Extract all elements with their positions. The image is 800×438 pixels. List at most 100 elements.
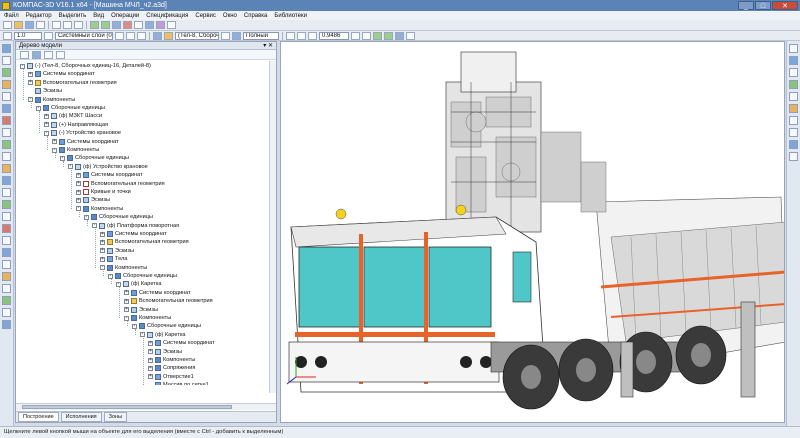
grid-icon[interactable] xyxy=(3,31,12,40)
tree-row[interactable]: -part(ф) Каретка xyxy=(140,331,186,339)
tree-horizontal-scrollbar[interactable] xyxy=(16,403,276,410)
cut-operation-icon[interactable] xyxy=(2,92,11,101)
expand-toggle-icon[interactable]: + xyxy=(100,231,105,237)
tree-row[interactable]: -part(ф) Платформа поворотная xyxy=(92,222,179,230)
expand-toggle-icon[interactable]: - xyxy=(124,315,129,321)
mirror-icon[interactable] xyxy=(2,140,11,149)
tree-row[interactable]: -compСборочные единицы xyxy=(60,154,129,162)
tree-row[interactable]: -compСборочные единицы xyxy=(132,322,201,330)
properties-icon[interactable] xyxy=(112,21,121,29)
tab-construction[interactable]: Построение xyxy=(18,412,59,422)
section-icon[interactable] xyxy=(406,31,415,40)
undo-icon[interactable] xyxy=(90,21,99,29)
tree-row[interactable]: -compКомпоненты xyxy=(28,96,75,104)
tree-row[interactable]: +skЭскизы xyxy=(76,196,110,204)
tree-row[interactable]: -part(ф) Устройство крановое xyxy=(68,163,148,171)
expand-toggle-icon[interactable]: + xyxy=(28,80,33,86)
settings-icon[interactable] xyxy=(2,320,11,329)
layer-icon[interactable] xyxy=(44,31,53,40)
tree-row[interactable]: -compСборочные единицы xyxy=(36,104,105,112)
surface-icon[interactable] xyxy=(2,152,11,161)
expand-toggle-icon[interactable]: - xyxy=(108,273,113,279)
menu-help[interactable]: Справка xyxy=(244,13,268,19)
tree-row[interactable]: -compСборочные единицы xyxy=(84,213,153,221)
pattern-icon[interactable] xyxy=(2,128,11,137)
help-icon[interactable] xyxy=(167,21,176,29)
tree-sort-icon[interactable] xyxy=(56,50,65,59)
minimize-button[interactable]: _ xyxy=(738,1,754,10)
display-icon[interactable] xyxy=(2,308,11,317)
tree-row[interactable]: -compКомпоненты xyxy=(100,264,147,272)
tree-row[interactable]: -compКомпоненты xyxy=(76,205,123,213)
tree-row[interactable]: -part(ф) Каретка xyxy=(116,280,162,288)
tree-filter-icon[interactable] xyxy=(44,50,53,59)
tree-row[interactable]: +sysСистемы координат xyxy=(76,171,143,179)
menu-view[interactable]: Вид xyxy=(93,13,104,19)
menu-operations[interactable]: Операции xyxy=(111,13,139,19)
expand-toggle-icon[interactable]: + xyxy=(76,181,81,187)
library-icon[interactable] xyxy=(134,21,143,29)
view-side-icon[interactable] xyxy=(789,68,798,77)
tree-row[interactable]: +axВспомогательная геометрия xyxy=(28,79,117,87)
print-icon[interactable] xyxy=(36,21,45,29)
variables-icon[interactable] xyxy=(145,21,154,29)
tree-row[interactable]: +compКомпоненты xyxy=(148,356,195,364)
ortho-icon[interactable] xyxy=(115,31,124,40)
edit-component-icon[interactable] xyxy=(2,296,11,305)
tree-row[interactable]: +sysСистемы координат xyxy=(100,230,167,238)
sketch-icon[interactable] xyxy=(2,56,11,65)
expand-toggle-icon[interactable]: + xyxy=(124,290,129,296)
hide-icon[interactable] xyxy=(789,128,798,137)
tree-row[interactable]: +axВспомогательная геометрия xyxy=(100,238,189,246)
tree-row[interactable]: +xВспомогательная геометрия xyxy=(76,180,165,188)
light-icon[interactable] xyxy=(789,104,798,113)
expand-toggle-icon[interactable]: + xyxy=(76,197,81,203)
tree-row[interactable]: +bodyТела xyxy=(100,255,127,263)
shaded-icon[interactable] xyxy=(373,31,382,40)
expand-toggle-icon[interactable]: + xyxy=(124,298,129,304)
expand-toggle-icon[interactable]: + xyxy=(148,349,153,355)
tree-view-icon[interactable] xyxy=(20,50,29,59)
zoom-in-icon[interactable] xyxy=(286,31,295,40)
tree-row[interactable]: +skЭскизы xyxy=(100,247,134,255)
zoom-out-icon[interactable] xyxy=(297,31,306,40)
tab-versions[interactable]: Исполнения xyxy=(60,412,102,422)
menu-specification[interactable]: Спецификация xyxy=(146,13,188,19)
expand-toggle-icon[interactable]: - xyxy=(20,63,25,69)
expand-toggle-icon[interactable]: + xyxy=(28,71,33,77)
expand-toggle-icon[interactable]: + xyxy=(52,139,57,145)
tree-row[interactable]: +part(ф) МЗКТ Шасси xyxy=(44,112,102,120)
open-folder-icon[interactable] xyxy=(14,21,23,29)
expand-toggle-icon[interactable]: - xyxy=(28,97,33,103)
view-iso-icon[interactable] xyxy=(789,80,798,89)
coords-icon[interactable] xyxy=(137,31,146,40)
model-icon[interactable] xyxy=(2,44,11,53)
measure-tool-icon[interactable] xyxy=(2,248,11,257)
close-button[interactable]: ✕ xyxy=(772,1,798,10)
snap-icon[interactable] xyxy=(126,31,135,40)
view-front-icon[interactable] xyxy=(789,44,798,53)
assembly-icon[interactable] xyxy=(2,176,11,185)
tab-zones[interactable]: Зоны xyxy=(103,412,128,422)
expand-toggle-icon[interactable]: - xyxy=(116,281,121,287)
zoom-window-icon[interactable] xyxy=(308,31,317,40)
menu-file[interactable]: Файл xyxy=(4,13,19,19)
mate-icon[interactable] xyxy=(2,188,11,197)
fillet-icon[interactable] xyxy=(2,104,11,113)
tree-row[interactable]: +sysСистемы координат xyxy=(52,138,119,146)
tree-row[interactable]: -compКомпоненты xyxy=(124,314,171,322)
cube-view-icon[interactable] xyxy=(232,31,241,40)
show-icon[interactable] xyxy=(789,140,798,149)
menu-editor[interactable]: Редактор xyxy=(26,13,52,19)
spec-icon[interactable] xyxy=(2,224,11,233)
expand-toggle-icon[interactable]: + xyxy=(100,256,105,262)
expand-toggle-icon[interactable]: + xyxy=(44,122,49,128)
dimension-icon[interactable] xyxy=(2,212,11,221)
tree-row[interactable]: bodyМассив по сетке1 xyxy=(148,381,209,385)
tree-row[interactable]: +axВспомогательная геометрия xyxy=(124,297,213,305)
expand-toggle-icon[interactable]: - xyxy=(132,323,137,329)
new-file-icon[interactable] xyxy=(3,21,12,29)
expand-toggle-icon[interactable]: + xyxy=(124,307,129,313)
material-icon[interactable] xyxy=(789,116,798,125)
tree-row[interactable]: +sysСистемы координат xyxy=(28,70,95,78)
